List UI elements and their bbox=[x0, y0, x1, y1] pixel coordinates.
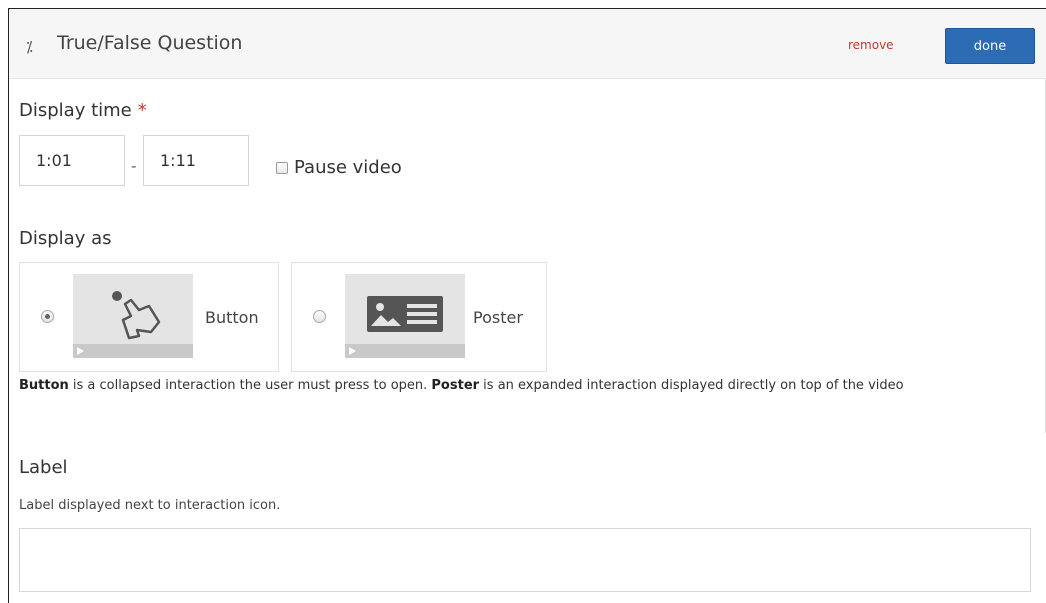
description-button-term: Button bbox=[19, 378, 69, 393]
thumbnail-player-bar bbox=[73, 344, 193, 358]
label-help-text: Label displayed next to interaction icon… bbox=[19, 498, 281, 513]
required-marker: * bbox=[137, 100, 147, 121]
editor-header: ⁒ True/False Question remove done bbox=[9, 9, 1046, 79]
play-icon bbox=[77, 347, 84, 355]
start-time-input[interactable] bbox=[19, 135, 125, 186]
button-radio[interactable] bbox=[41, 310, 54, 323]
end-time-input[interactable] bbox=[143, 135, 249, 186]
description-button-text: is a collapsed interaction the user must… bbox=[68, 378, 432, 393]
description-poster-text: is an expanded interaction displayed dir… bbox=[479, 378, 904, 393]
button-option-label: Button bbox=[205, 308, 259, 327]
percent-icon: ⁒ bbox=[26, 38, 33, 56]
display-option-button[interactable]: Button bbox=[19, 262, 279, 372]
display-time-label: Display time bbox=[19, 100, 132, 121]
display-time-heading: Display time * bbox=[19, 100, 147, 121]
interaction-editor-panel: ⁒ True/False Question remove done Displa… bbox=[8, 8, 1046, 603]
label-heading: Label bbox=[19, 457, 68, 478]
display-as-description: Button is a collapsed interaction the us… bbox=[19, 376, 1029, 396]
done-button[interactable]: done bbox=[945, 28, 1035, 64]
remove-link[interactable]: remove bbox=[848, 38, 894, 52]
display-as-heading: Display as bbox=[19, 228, 112, 249]
play-icon bbox=[349, 347, 356, 355]
poster-thumbnail bbox=[345, 274, 465, 358]
display-option-poster[interactable]: Poster bbox=[291, 262, 547, 372]
pause-video-label[interactable]: Pause video bbox=[294, 157, 402, 178]
thumbnail-player-bar bbox=[345, 344, 465, 358]
poster-option-label: Poster bbox=[473, 308, 523, 327]
button-thumbnail bbox=[73, 274, 193, 358]
editor-title: True/False Question bbox=[57, 32, 243, 54]
poster-radio[interactable] bbox=[313, 310, 326, 323]
label-input[interactable] bbox=[19, 528, 1031, 592]
time-separator: - bbox=[131, 157, 137, 175]
pause-video-checkbox[interactable] bbox=[276, 162, 288, 174]
description-poster-term: Poster bbox=[431, 378, 480, 393]
